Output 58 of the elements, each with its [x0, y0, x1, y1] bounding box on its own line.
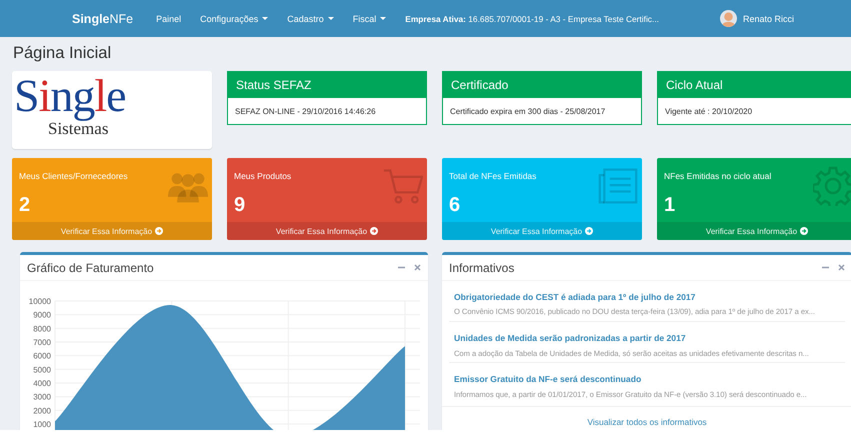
y-tick-label: 7000: [33, 338, 51, 347]
more-info-link[interactable]: Verificar Essa Informação: [12, 222, 212, 240]
user-menu[interactable]: Renato Ricci: [720, 10, 794, 27]
caret-icon: [262, 17, 268, 20]
y-tick-label: 9000: [33, 310, 51, 320]
y-tick-label: 1000: [33, 420, 51, 430]
avatar-icon: [720, 10, 737, 27]
stat-label: Total de NFes Emitidas: [449, 171, 536, 181]
news-title-link[interactable]: Obrigatoriedade do CEST é adiada para 1º de julho de 2017: [454, 293, 696, 303]
y-tick-label: 2000: [33, 406, 51, 416]
brand-logo[interactable]: SingleNFe: [72, 12, 134, 26]
news-title-link[interactable]: Emissor Gratuito da NF-e será descontinuado: [454, 375, 642, 386]
arrow-circle-icon: [585, 227, 594, 235]
collapse-button[interactable]: [398, 264, 405, 271]
stat-value: 1: [664, 195, 676, 215]
view-all-link[interactable]: Visualizar todos os informativos: [587, 417, 707, 428]
y-tick-label: 10000: [28, 297, 51, 306]
caret-icon: [380, 17, 386, 20]
card-header: Status SEFAZ: [228, 72, 426, 98]
card-text: SEFAZ ON-LINE - 29/10/2016 14:46:26: [234, 106, 377, 118]
active-company: Empresa Ativa: 16.685.707/0001-19 - A3 - Empresa Teste Certific...: [405, 14, 659, 24]
stat-value: 6: [449, 195, 460, 215]
more-info-link[interactable]: Verificar Essa Informação: [227, 222, 427, 240]
arrow-circle-icon: [370, 227, 378, 235]
y-tick-label: 4000: [33, 379, 51, 388]
close-button[interactable]: [838, 264, 845, 271]
arrow-circle-icon: [800, 227, 808, 235]
nav-menu-item[interactable]: Configurações: [200, 14, 268, 24]
y-tick-label: 8000: [33, 324, 51, 334]
stat-label: Meus Produtos: [234, 171, 292, 181]
document-icon: [598, 166, 638, 206]
card-text: Vigente até : 20/10/2020: [664, 106, 754, 118]
caret-icon: [328, 17, 334, 20]
news-title-link[interactable]: Unidades de Medida serão padronizadas a partir de 2017: [454, 334, 686, 344]
logo-wordmark: Single: [14, 73, 126, 119]
y-tick-label: 5000: [33, 365, 51, 374]
nav-menu-item[interactable]: Fiscal: [352, 14, 386, 24]
page-title: Página Inicial: [13, 44, 112, 63]
stat-label: NFes Emitidas no ciclo atual: [664, 171, 772, 181]
card-header: Ciclo Atual: [658, 72, 851, 98]
card-header: Certificado: [443, 72, 641, 98]
arrow-circle-icon: [155, 227, 164, 235]
panel-title: Gráfico de Faturamento: [27, 260, 154, 274]
gear-icon: [813, 166, 851, 206]
close-button[interactable]: [414, 264, 421, 271]
more-info-link[interactable]: Verificar Essa Informação: [442, 222, 642, 240]
more-info-link[interactable]: Verificar Essa Informação: [657, 222, 851, 240]
panel-title: Informativos: [449, 260, 514, 274]
collapse-button[interactable]: [822, 264, 829, 271]
logo-tagline: Sistemas: [48, 120, 108, 137]
stat-value: 9: [234, 195, 246, 215]
card-text: Certificado expira em 300 dias - 25/08/2017: [449, 106, 606, 118]
y-tick-label: 3000: [33, 392, 51, 402]
y-tick-label: 6000: [33, 352, 51, 361]
nav-menu-item[interactable]: Painel: [156, 14, 182, 24]
nav-menu-item[interactable]: Cadastro: [287, 14, 334, 24]
stat-label: Meus Clientes/Fornecedores: [19, 171, 128, 181]
stat-value: 2: [19, 195, 30, 215]
